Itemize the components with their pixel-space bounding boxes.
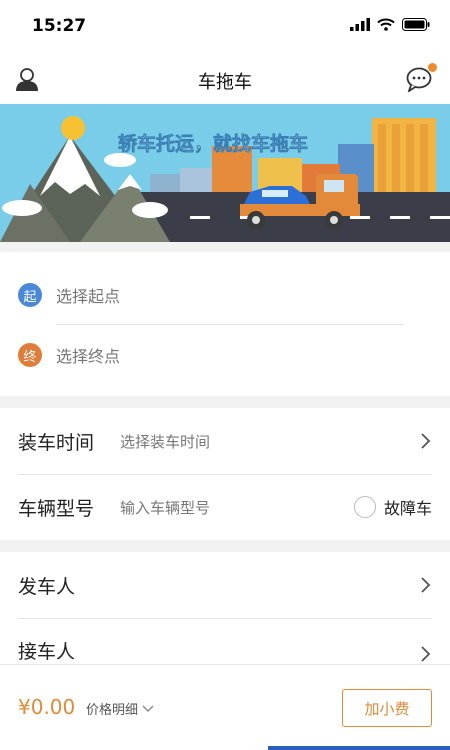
chevron-down-icon bbox=[142, 705, 154, 712]
signal-icon bbox=[350, 18, 370, 31]
load-time-placeholder: 选择装车时间 bbox=[120, 432, 211, 451]
start-point-placeholder: 选择起点 bbox=[56, 287, 121, 306]
bottom-bar: ¥0.00 价格明细 加小费 bbox=[0, 664, 450, 750]
status-bar: 15:27 bbox=[0, 0, 450, 56]
vehicle-model-input[interactable]: 输入车辆型号 bbox=[120, 497, 354, 518]
chevron-right-icon bbox=[421, 433, 431, 449]
add-tip-button[interactable]: 加小费 bbox=[342, 689, 432, 727]
status-icons bbox=[350, 18, 430, 31]
status-time: 15:27 bbox=[32, 16, 87, 36]
end-badge: 终 bbox=[18, 343, 42, 367]
price-detail-toggle[interactable]: 价格明细 bbox=[86, 699, 154, 718]
load-time-label: 装车时间 bbox=[18, 431, 95, 454]
address-card: 起 选择起点 终 选择终点 bbox=[0, 252, 450, 396]
sender-row[interactable]: 发车人 bbox=[18, 552, 432, 618]
broken-car-label: 故障车 bbox=[383, 499, 432, 518]
load-time-row[interactable]: 装车时间 选择装车时间 bbox=[18, 408, 432, 474]
battery-icon bbox=[402, 18, 430, 31]
broken-car-toggle[interactable]: 故障车 bbox=[353, 495, 432, 519]
chat-icon[interactable] bbox=[406, 63, 437, 94]
price-value: ¥0.00 bbox=[18, 695, 76, 719]
receiver-label: 接车人 bbox=[18, 641, 76, 663]
end-point-row[interactable]: 终 选择终点 bbox=[18, 326, 404, 384]
chevron-right-icon bbox=[421, 577, 431, 593]
nav-bar: 车拖车 bbox=[0, 56, 450, 104]
home-indicator bbox=[268, 746, 450, 750]
chevron-right-icon bbox=[421, 646, 431, 662]
receiver-row[interactable]: 接车人 bbox=[18, 618, 432, 664]
banner-slogan: 轿车托运，就找车拖车 bbox=[118, 132, 308, 155]
page-title: 车拖车 bbox=[198, 72, 252, 93]
broken-car-radio[interactable] bbox=[353, 496, 376, 518]
promo-banner[interactable]: 轿车托运，就找车拖车 bbox=[0, 104, 450, 242]
price-detail-label: 价格明细 bbox=[86, 703, 139, 718]
banner-illustration: 轿车托运，就找车拖车 bbox=[0, 104, 450, 242]
notification-dot bbox=[428, 63, 437, 72]
vehicle-model-row: 车辆型号 输入车辆型号 故障车 bbox=[18, 474, 432, 540]
sender-label: 发车人 bbox=[18, 575, 76, 598]
divider bbox=[56, 324, 404, 325]
vehicle-model-label: 车辆型号 bbox=[18, 497, 95, 520]
wifi-icon bbox=[377, 18, 395, 31]
people-card: 发车人 接车人 bbox=[0, 552, 450, 664]
end-point-placeholder: 选择终点 bbox=[56, 347, 121, 366]
vehicle-info-card: 装车时间 选择装车时间 车辆型号 输入车辆型号 故障车 bbox=[0, 408, 450, 540]
start-badge: 起 bbox=[18, 283, 42, 307]
start-point-row[interactable]: 起 选择起点 bbox=[18, 266, 404, 324]
